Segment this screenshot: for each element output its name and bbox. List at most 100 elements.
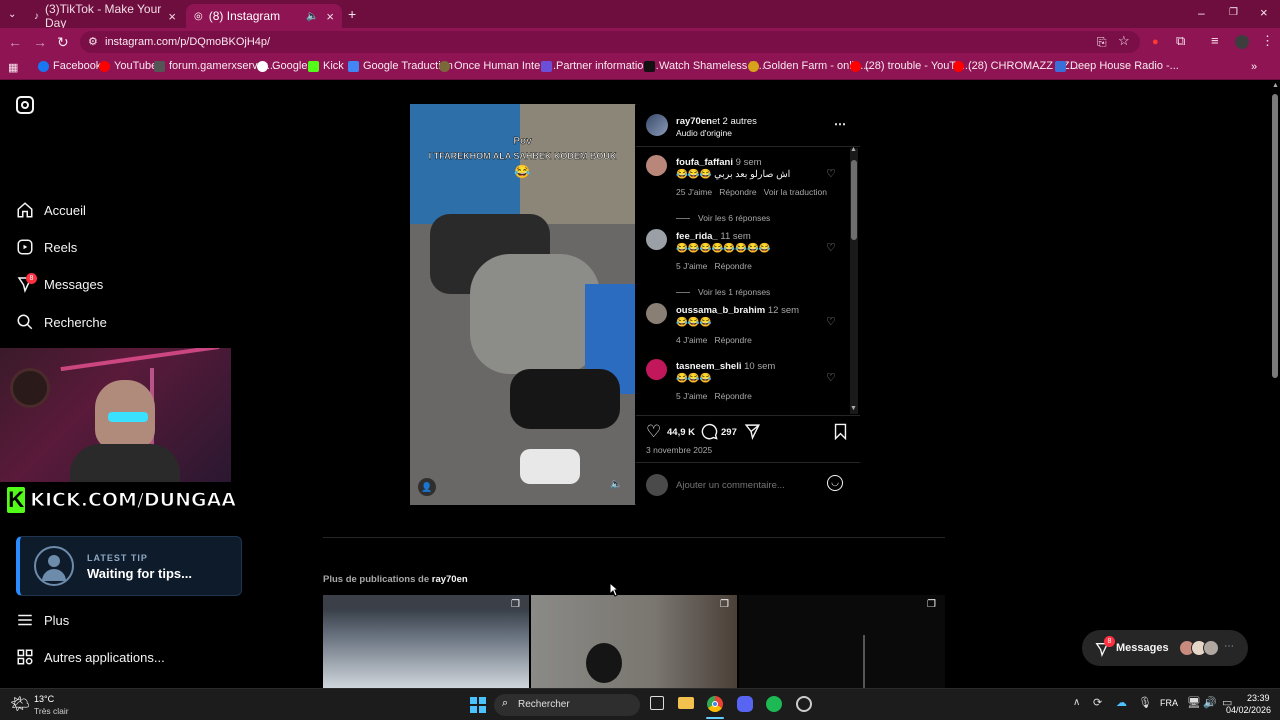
more-bookmarks-icon[interactable]: » bbox=[1251, 60, 1257, 74]
comment-user[interactable]: fee_rida_ 11 sem bbox=[676, 231, 751, 242]
speaker-icon[interactable]: 🔈 bbox=[306, 11, 318, 22]
url-text[interactable]: instagram.com/p/DQmoBKOjH4p/ bbox=[105, 36, 270, 48]
restore-icon[interactable]: ❐ bbox=[1229, 6, 1238, 20]
microphone-icon[interactable]: 🎙 bbox=[1138, 696, 1152, 709]
comment-likes[interactable]: 5 J'aime bbox=[676, 391, 707, 401]
close-icon[interactable]: × bbox=[326, 9, 334, 24]
author-avatar[interactable] bbox=[646, 114, 668, 136]
like-heart-icon[interactable]: ♡ bbox=[826, 167, 836, 180]
sidebar-item-messages[interactable]: Messages 8 bbox=[16, 273, 103, 293]
back-icon[interactable]: ← bbox=[8, 35, 22, 49]
cloud-icon[interactable]: ☁ bbox=[1116, 696, 1127, 709]
tab-tiktok[interactable]: ♪ (3)TikTok - Make Your Day × bbox=[26, 2, 184, 30]
clock-time[interactable]: 23:39 bbox=[1247, 693, 1270, 703]
instagram-logo-icon[interactable] bbox=[16, 96, 34, 114]
address-bar[interactable]: ⚙ instagram.com/p/DQmoBKOjH4p/ bbox=[80, 31, 1140, 53]
translate-link[interactable]: Voir la traduction bbox=[764, 187, 827, 197]
install-app-icon[interactable]: ⎘ bbox=[1097, 35, 1107, 49]
file-explorer-icon[interactable] bbox=[678, 697, 694, 709]
view-replies-link[interactable]: Voir les 6 réponses bbox=[676, 213, 770, 223]
comment-user[interactable]: tasneem_sheli 10 sem bbox=[676, 361, 775, 372]
windows-start-icon[interactable] bbox=[470, 697, 486, 713]
avatar[interactable] bbox=[646, 359, 667, 380]
comment-input[interactable] bbox=[676, 477, 826, 493]
volume-icon[interactable]: 🔈 bbox=[610, 479, 626, 495]
reply-link[interactable]: Répondre bbox=[714, 391, 751, 401]
minimize-icon[interactable]: – bbox=[1198, 6, 1205, 20]
apps-grid-icon[interactable]: ▦ bbox=[8, 61, 18, 75]
extension-icon[interactable]: ● bbox=[1152, 35, 1159, 49]
author-suffix[interactable]: et 2 autres bbox=[712, 116, 757, 127]
audio-label[interactable]: Audio d'origine bbox=[676, 128, 732, 138]
sidebar-item-reels[interactable]: Reels bbox=[16, 238, 77, 256]
author-name[interactable]: ray70en bbox=[676, 116, 712, 127]
view-replies-label[interactable]: Voir les 6 réponses bbox=[698, 213, 770, 223]
like-heart-icon[interactable]: ♡ bbox=[826, 371, 836, 384]
extensions-puzzle-icon[interactable]: ⧉ bbox=[1176, 34, 1185, 48]
bookmark-partner[interactable]: Partner information... bbox=[541, 60, 659, 72]
profile-avatar[interactable] bbox=[1235, 35, 1249, 49]
avatar[interactable] bbox=[646, 229, 667, 250]
sync-icon[interactable]: ⟳ bbox=[1093, 696, 1102, 709]
site-info-icon[interactable]: ⚙ bbox=[88, 35, 98, 48]
comment-username[interactable]: oussama_b_brahim bbox=[676, 305, 765, 316]
post-thumbnail[interactable]: ❐ bbox=[323, 595, 529, 688]
scroll-up-icon[interactable]: ▲ bbox=[1272, 82, 1279, 89]
avatar[interactable] bbox=[646, 303, 667, 324]
scroll-up-icon[interactable]: ▲ bbox=[850, 146, 857, 153]
comment-username[interactable]: fee_rida_ bbox=[676, 231, 718, 242]
spotify-icon[interactable] bbox=[766, 696, 782, 712]
comment-likes[interactable]: 25 J'aime bbox=[676, 187, 712, 197]
media-control-icon[interactable]: ≡ bbox=[1211, 34, 1219, 48]
reply-link[interactable]: Répondre bbox=[719, 187, 756, 197]
sidebar-item-plus[interactable]: Plus bbox=[16, 611, 69, 629]
scrollbar-thumb[interactable] bbox=[851, 160, 857, 240]
like-heart-icon[interactable]: ♡ bbox=[826, 315, 836, 328]
language-indicator[interactable]: FRA bbox=[1160, 698, 1178, 708]
bookmark-google-traduction[interactable]: Google Traduction bbox=[348, 60, 453, 72]
bookmark-star-icon[interactable]: ☆ bbox=[1118, 34, 1130, 48]
share-icon[interactable] bbox=[744, 423, 761, 440]
bookmark-facebook[interactable]: Facebook bbox=[38, 60, 101, 72]
tab-search-icon[interactable]: ⌄ bbox=[8, 8, 16, 22]
weather-temp[interactable]: 13°C bbox=[34, 694, 54, 704]
taskbar-search[interactable]: ⌕ Rechercher bbox=[494, 694, 640, 716]
scroll-down-icon[interactable]: ▼ bbox=[850, 405, 857, 412]
bookmark-kick[interactable]: Kick bbox=[308, 60, 344, 72]
reply-link[interactable]: Répondre bbox=[714, 335, 751, 345]
comment-likes[interactable]: 4 J'aime bbox=[676, 335, 707, 345]
tab-instagram[interactable]: ◎ (8) Instagram 🔈 × bbox=[186, 4, 342, 28]
clock-date[interactable]: 04/02/2026 bbox=[1226, 705, 1271, 715]
network-icon[interactable]: 🖥 bbox=[1187, 696, 1201, 709]
sidebar-item-autres-applications[interactable]: Autres applications... bbox=[16, 648, 165, 666]
more-posts-user[interactable]: ray70en bbox=[432, 574, 468, 585]
window-close-icon[interactable]: × bbox=[1260, 6, 1268, 20]
new-tab-icon[interactable]: + bbox=[348, 7, 356, 21]
messages-floating-button[interactable]: 8 Messages ⋯ bbox=[1082, 630, 1248, 666]
avatar[interactable] bbox=[646, 155, 667, 176]
bookmark-shameless[interactable]: Watch Shameless T... bbox=[644, 60, 765, 72]
close-icon[interactable]: × bbox=[168, 9, 176, 24]
menu-kebab-icon[interactable]: ⋮ bbox=[1261, 34, 1274, 48]
sidebar-item-accueil[interactable]: Accueil bbox=[16, 201, 86, 219]
comment-username[interactable]: tasneem_sheli bbox=[676, 361, 741, 372]
sidebar-item-recherche[interactable]: Recherche bbox=[16, 313, 107, 331]
task-view-icon[interactable] bbox=[650, 696, 664, 710]
settings-gear-icon[interactable] bbox=[796, 696, 812, 712]
reload-icon[interactable]: ↻ bbox=[57, 35, 69, 49]
comment-user[interactable]: oussama_b_brahim 12 sem bbox=[676, 305, 799, 316]
discord-icon[interactable] bbox=[737, 696, 753, 712]
like-heart-icon[interactable]: ♡ bbox=[646, 422, 661, 442]
bookmark-deep-house[interactable]: Deep House Radio -... bbox=[1055, 60, 1179, 72]
comment-likes[interactable]: 5 J'aime bbox=[676, 261, 707, 271]
save-bookmark-icon[interactable] bbox=[833, 423, 848, 440]
bookmark-google[interactable]: Google bbox=[257, 60, 307, 72]
chrome-icon[interactable] bbox=[707, 696, 723, 712]
volume-icon[interactable]: 🔊 bbox=[1203, 696, 1217, 709]
comment-user[interactable]: foufa_faffani 9 sem bbox=[676, 157, 762, 168]
post-thumbnail[interactable]: ❐ bbox=[739, 595, 945, 688]
bookmark-youtube[interactable]: YouTube bbox=[99, 60, 157, 72]
more-options-icon[interactable]: ⋯ bbox=[834, 117, 846, 131]
post-thumbnail[interactable]: ❐ bbox=[531, 595, 737, 688]
view-replies-link[interactable]: Voir les 1 réponses bbox=[676, 287, 770, 297]
